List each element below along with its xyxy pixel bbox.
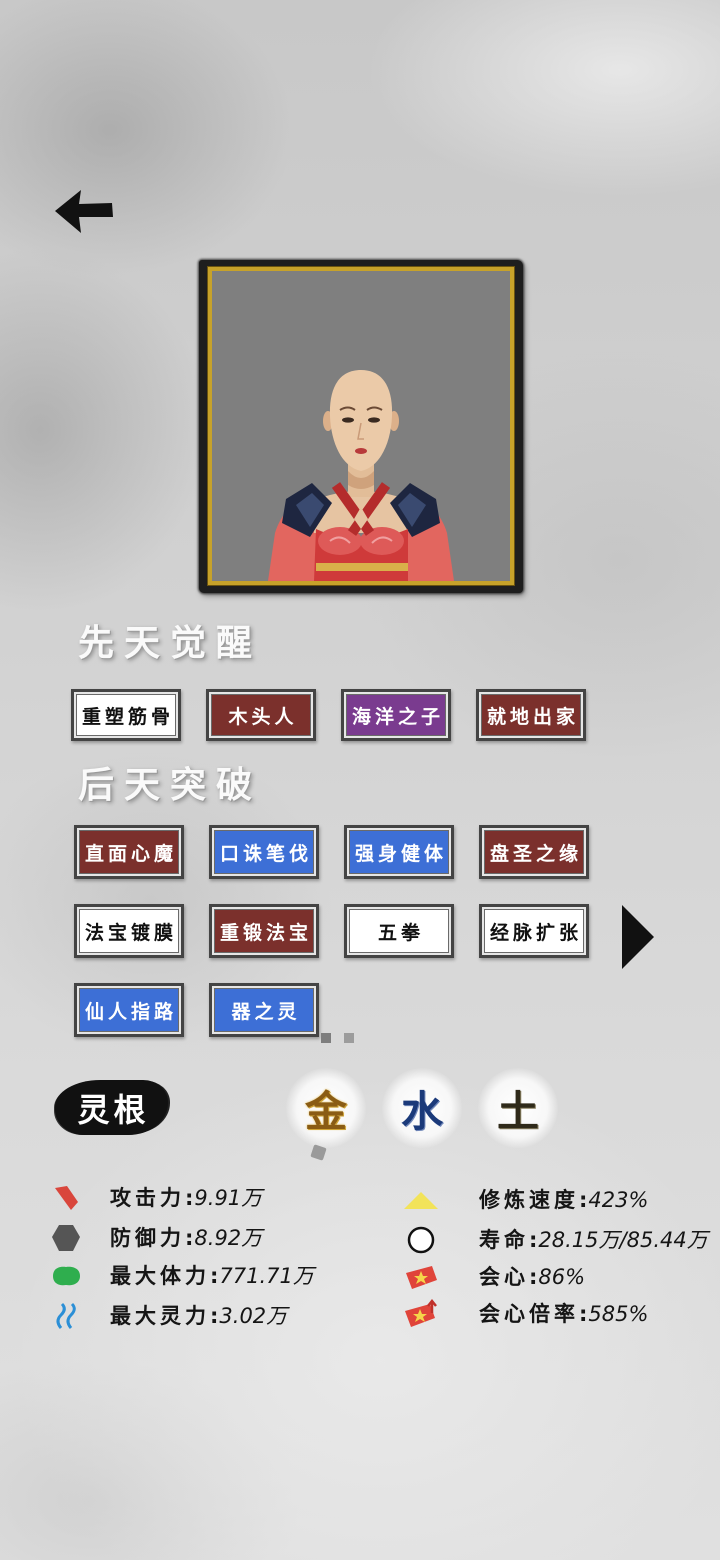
- page-dot: [321, 1033, 331, 1043]
- innate-tag-list: 重塑筋骨 木头人 海洋之子 就地出家: [71, 689, 586, 741]
- crit-icon: [406, 1266, 437, 1289]
- spirit-icon: [56, 1302, 76, 1329]
- stat-separator: :: [210, 1304, 220, 1328]
- stat-separator: :: [579, 1188, 589, 1212]
- stat-separator: :: [210, 1264, 220, 1288]
- stat-value: 3.02万: [219, 1304, 288, 1328]
- stat-cultivation-speed: 修炼速度:423%: [402, 1185, 718, 1215]
- attack-icon: [55, 1186, 78, 1210]
- character-detail-screen: 先天觉醒 重塑筋骨 木头人 海洋之子 就地出家 后天突破 直面心魔 口诛笔伐 强…: [0, 0, 720, 1560]
- stat-separator: :: [579, 1302, 589, 1326]
- stat-max-spirit: 最大灵力:3.02万: [50, 1301, 340, 1331]
- breakthrough-tag[interactable]: 器之灵: [209, 983, 319, 1037]
- cultivation-speed-icon: [404, 1192, 438, 1209]
- breakthrough-tag[interactable]: 经脉扩张: [479, 904, 589, 958]
- stat-value: 9.91万: [194, 1186, 263, 1210]
- stat-separator: :: [529, 1265, 539, 1289]
- stat-label: 会心倍率: [479, 1302, 579, 1326]
- triangle-right-icon: [622, 905, 654, 969]
- portrait-frame: [199, 260, 523, 593]
- ink-spot-decoration: [310, 1144, 327, 1161]
- breakthrough-tag[interactable]: 法宝镀膜: [74, 904, 184, 958]
- spirit-root-label: 灵根: [55, 1080, 168, 1135]
- acquired-section-title: 后天突破: [78, 765, 263, 806]
- spirit-root-element: 土: [478, 1068, 558, 1148]
- health-icon: [53, 1266, 80, 1286]
- page-dot: [344, 1033, 354, 1043]
- stat-lifespan: 寿命:28.15万/85.44万: [402, 1225, 718, 1255]
- breakthrough-tag[interactable]: 强身健体: [344, 825, 454, 879]
- pagination-dots: [321, 1033, 361, 1045]
- breakthrough-tag[interactable]: 重锻法宝: [209, 904, 319, 958]
- stat-label: 防御力: [110, 1226, 185, 1250]
- acquired-tag-list: 直面心魔 口诛笔伐 强身健体 盘圣之缘 法宝镀膜 重锻法宝 五拳 经脉扩张 仙人…: [74, 825, 589, 1037]
- stat-attack: 攻击力:9.91万: [50, 1183, 340, 1213]
- portrait-panel: [207, 266, 515, 586]
- stat-max-health: 最大体力:771.71万: [50, 1261, 340, 1291]
- innate-trait-tag[interactable]: 海洋之子: [341, 689, 451, 741]
- defense-icon: [52, 1225, 80, 1251]
- stat-separator: :: [185, 1186, 195, 1210]
- stat-label: 攻击力: [110, 1186, 185, 1210]
- spirit-root-element: 水: [382, 1068, 462, 1148]
- crit-multiplier-icon: [405, 1299, 437, 1327]
- breakthrough-tag[interactable]: 盘圣之缘: [479, 825, 589, 879]
- next-page-button[interactable]: [620, 903, 656, 971]
- back-button[interactable]: [50, 186, 116, 236]
- stat-label: 最大灵力: [110, 1304, 210, 1328]
- spirit-root-element: 金: [286, 1068, 366, 1148]
- stat-label: 最大体力: [110, 1264, 210, 1288]
- stat-crit: 会心:86%: [402, 1262, 718, 1292]
- stat-value: 771.71万: [219, 1264, 314, 1288]
- stat-label: 会心: [479, 1265, 529, 1289]
- stat-separator: :: [185, 1226, 195, 1250]
- innate-trait-tag[interactable]: 就地出家: [476, 689, 586, 741]
- stat-value: 423%: [588, 1188, 649, 1212]
- breakthrough-tag[interactable]: 口诛笔伐: [209, 825, 319, 879]
- stat-label: 寿命: [479, 1228, 529, 1252]
- character-portrait: [268, 370, 454, 581]
- innate-trait-tag[interactable]: 重塑筋骨: [71, 689, 181, 741]
- breakthrough-tag[interactable]: 仙人指路: [74, 983, 184, 1037]
- arrow-left-icon: [55, 190, 113, 233]
- innate-trait-tag[interactable]: 木头人: [206, 689, 316, 741]
- stat-defense: 防御力:8.92万: [50, 1223, 340, 1253]
- stat-value: 585%: [588, 1302, 649, 1326]
- stat-value: 28.15万/85.44万: [538, 1228, 708, 1252]
- innate-section-title: 先天觉醒: [78, 623, 263, 664]
- breakthrough-tag[interactable]: 直面心魔: [74, 825, 184, 879]
- stat-value: 8.92万: [194, 1226, 263, 1250]
- stat-crit-multiplier: 会心倍率:585%: [402, 1299, 718, 1329]
- stat-value: 86%: [538, 1265, 586, 1289]
- breakthrough-tag[interactable]: 五拳: [344, 904, 454, 958]
- lifespan-icon: [407, 1226, 435, 1254]
- stat-separator: :: [529, 1228, 539, 1252]
- stat-label: 修炼速度: [479, 1188, 579, 1212]
